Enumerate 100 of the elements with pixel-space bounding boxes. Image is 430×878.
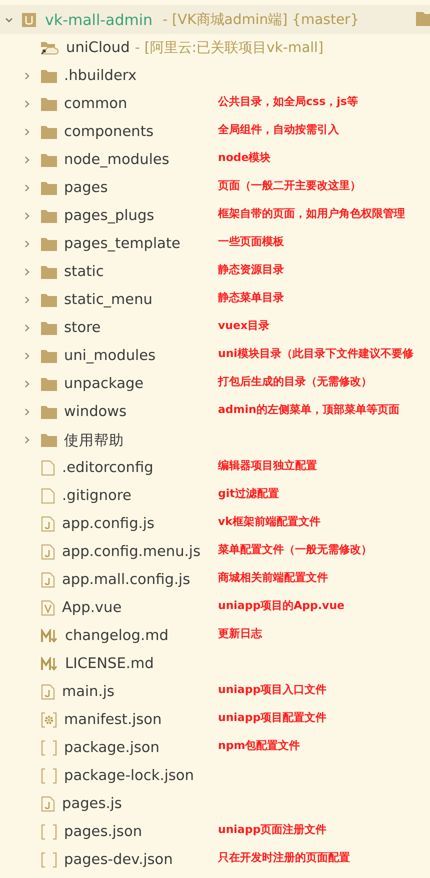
chevron-icon[interactable] xyxy=(22,99,32,109)
bracket-icon xyxy=(41,768,57,784)
file-name[interactable]: windows xyxy=(64,404,127,420)
folder-icon xyxy=(41,181,57,195)
script-file-icon xyxy=(41,572,55,588)
file-name[interactable]: app.config.js xyxy=(62,516,154,532)
annotation: uniapp页面注册文件 xyxy=(218,822,327,836)
annotation: 商城相关前端配置文件 xyxy=(218,570,328,584)
file-name[interactable]: pages.js xyxy=(62,796,122,812)
cloud-folder-icon xyxy=(41,41,59,55)
file-name[interactable]: common xyxy=(64,96,128,112)
chevron-icon[interactable] xyxy=(22,379,32,389)
script-file-icon xyxy=(41,544,55,560)
file-name[interactable]: pages xyxy=(64,180,108,196)
chevron-icon[interactable] xyxy=(22,351,32,361)
file-name[interactable]: unpackage xyxy=(64,376,144,392)
script-file-icon xyxy=(41,684,55,700)
folder-icon xyxy=(41,405,57,419)
vue-file-icon xyxy=(41,600,55,616)
bracket-icon xyxy=(41,852,57,868)
project-info: - [VK商城admin端] {master} xyxy=(162,10,360,28)
chevron-icon[interactable] xyxy=(22,127,32,137)
annotation: git过滤配置 xyxy=(218,486,279,500)
file-name[interactable]: static_menu xyxy=(64,292,152,308)
folder-icon xyxy=(41,265,57,279)
file-name[interactable]: app.mall.config.js xyxy=(62,572,190,588)
annotation: 一些页面模板 xyxy=(218,234,284,248)
chevron-icon[interactable] xyxy=(22,155,32,165)
chevron-icon[interactable] xyxy=(22,295,32,305)
file-name[interactable]: uniCloud xyxy=(66,40,130,56)
annotation: 更新日志 xyxy=(218,626,262,640)
file-name[interactable]: 使用帮助 xyxy=(64,430,124,450)
folder-icon xyxy=(41,209,57,223)
folder-icon xyxy=(41,153,57,167)
file-name[interactable]: manifest.json xyxy=(64,712,162,728)
folder-icon xyxy=(41,349,57,363)
annotation: 框架自带的页面，如用户角色权限管理 xyxy=(218,206,405,220)
file-name[interactable]: package.json xyxy=(64,740,160,756)
file-name[interactable]: app.config.menu.js xyxy=(62,544,201,560)
folder-icon xyxy=(41,321,57,335)
cloud-info: - [阿里云:已关联项目vk-mall] xyxy=(134,39,324,57)
bracket-icon xyxy=(41,740,57,756)
file-name[interactable]: node_modules xyxy=(64,152,170,168)
folder-icon xyxy=(41,125,57,139)
file-name[interactable]: LICENSE.md xyxy=(65,656,154,672)
markdown-icon xyxy=(41,629,58,643)
folder-icon xyxy=(41,237,57,251)
folder-icon xyxy=(41,69,57,83)
annotation: 静态资源目录 xyxy=(218,262,284,276)
file-icon xyxy=(41,460,55,476)
annotation: 编辑器项目独立配置 xyxy=(218,458,317,472)
file-name[interactable]: .editorconfig xyxy=(62,460,154,476)
folder-icon xyxy=(41,433,57,447)
chevron-icon[interactable] xyxy=(22,183,32,193)
file-name[interactable]: pages-dev.json xyxy=(64,852,173,868)
file-name[interactable]: uni_modules xyxy=(64,348,156,364)
chevron-icon[interactable] xyxy=(22,211,32,221)
annotation: 全局组件，自动按需引入 xyxy=(218,122,339,136)
chevron-icon[interactable] xyxy=(22,71,32,81)
chevron-icon[interactable] xyxy=(22,407,32,417)
annotation: 静态菜单目录 xyxy=(218,290,284,304)
project-icon xyxy=(22,12,36,26)
annotation: vuex目录 xyxy=(218,318,270,332)
file-name[interactable]: main.js xyxy=(62,684,114,700)
file-name[interactable]: App.vue xyxy=(62,600,122,616)
folder-icon xyxy=(41,97,57,111)
chevron-icon[interactable] xyxy=(22,435,32,445)
annotation: uni模块目录（此目录下文件建议不要修 xyxy=(218,346,414,360)
file-name[interactable]: pages.json xyxy=(64,824,142,840)
project-name: vk-mall-admin xyxy=(45,10,153,28)
file-name[interactable]: static xyxy=(64,264,104,280)
annotation: 打包后生成的目录（无需修改） xyxy=(218,374,372,388)
file-name[interactable]: store xyxy=(64,320,101,336)
file-name[interactable]: pages_template xyxy=(64,236,180,252)
annotation: uniapp项目入口文件 xyxy=(218,682,327,696)
file-name[interactable]: package-lock.json xyxy=(64,768,194,784)
annotation: uniapp项目的App.vue xyxy=(218,598,345,612)
chevron-icon[interactable] xyxy=(22,267,32,277)
file-name[interactable]: changelog.md xyxy=(65,628,168,644)
annotation: uniapp项目配置文件 xyxy=(218,710,327,724)
annotation: node模块 xyxy=(218,150,271,164)
bracket-icon xyxy=(41,824,57,840)
annotation: 只在开发时注册的页面配置 xyxy=(218,850,350,864)
folder-icon[interactable] xyxy=(416,12,430,26)
file-name[interactable]: pages_plugs xyxy=(64,208,154,224)
script-file-icon xyxy=(41,796,55,812)
file-name[interactable]: .gitignore xyxy=(62,488,132,504)
annotation: 公共目录，如全局css，js等 xyxy=(218,94,358,108)
chevron-icon[interactable] xyxy=(22,239,32,249)
annotation: 页面（一般二开主要改这里） xyxy=(218,178,361,192)
chevron-icon[interactable] xyxy=(22,323,32,333)
settings-file-icon xyxy=(41,712,57,728)
folder-icon xyxy=(41,377,57,391)
file-name[interactable]: components xyxy=(64,124,154,140)
annotation: admin的左侧菜单，顶部菜单等页面 xyxy=(218,402,400,416)
annotation: 菜单配置文件（一般无需修改） xyxy=(218,542,372,556)
script-file-icon xyxy=(41,516,55,532)
file-name[interactable]: .hbuilderx xyxy=(64,68,137,84)
folder-icon xyxy=(41,293,57,307)
annotation: vk框架前端配置文件 xyxy=(218,514,320,528)
